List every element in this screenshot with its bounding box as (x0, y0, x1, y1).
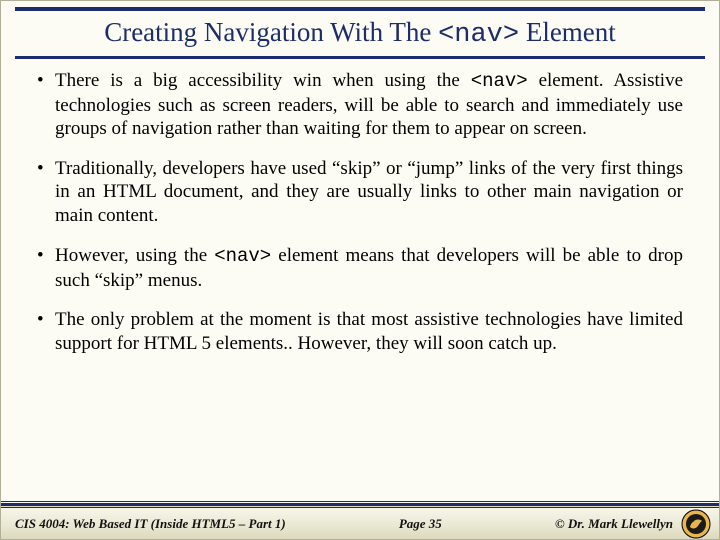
list-item: However, using the <nav> element means t… (37, 244, 683, 292)
slide-content: There is a big accessibility win when us… (1, 67, 719, 356)
footer-page: Page 35 (286, 516, 555, 532)
list-item: The only problem at the moment is that m… (37, 308, 683, 356)
bullet-text-pre: Traditionally, developers have used “ski… (55, 158, 683, 226)
title-code: <nav> (438, 20, 519, 50)
bullet-text-pre: There is a big accessibility win when us… (55, 70, 471, 91)
title-prefix: Creating Navigation With The (104, 17, 438, 47)
slide-footer: CIS 4004: Web Based IT (Inside HTML5 – P… (1, 505, 719, 539)
ucf-pegasus-logo-icon (681, 509, 711, 539)
bullet-list: There is a big accessibility win when us… (37, 69, 683, 356)
list-item: Traditionally, developers have used “ski… (37, 157, 683, 229)
title-area: Creating Navigation With The <nav> Eleme… (1, 11, 719, 54)
footer-author: © Dr. Mark Llewellyn (555, 516, 681, 532)
title-underline (15, 56, 705, 59)
list-item: There is a big accessibility win when us… (37, 69, 683, 141)
title-suffix: Element (519, 17, 616, 47)
bullet-code: <nav> (214, 245, 271, 267)
slide-title: Creating Navigation With The <nav> Eleme… (21, 17, 699, 50)
footer-course: CIS 4004: Web Based IT (Inside HTML5 – P… (1, 516, 286, 532)
bullet-text-pre: However, using the (55, 245, 214, 266)
bullet-text-pre: The only problem at the moment is that m… (55, 309, 683, 354)
bullet-code: <nav> (471, 70, 528, 92)
